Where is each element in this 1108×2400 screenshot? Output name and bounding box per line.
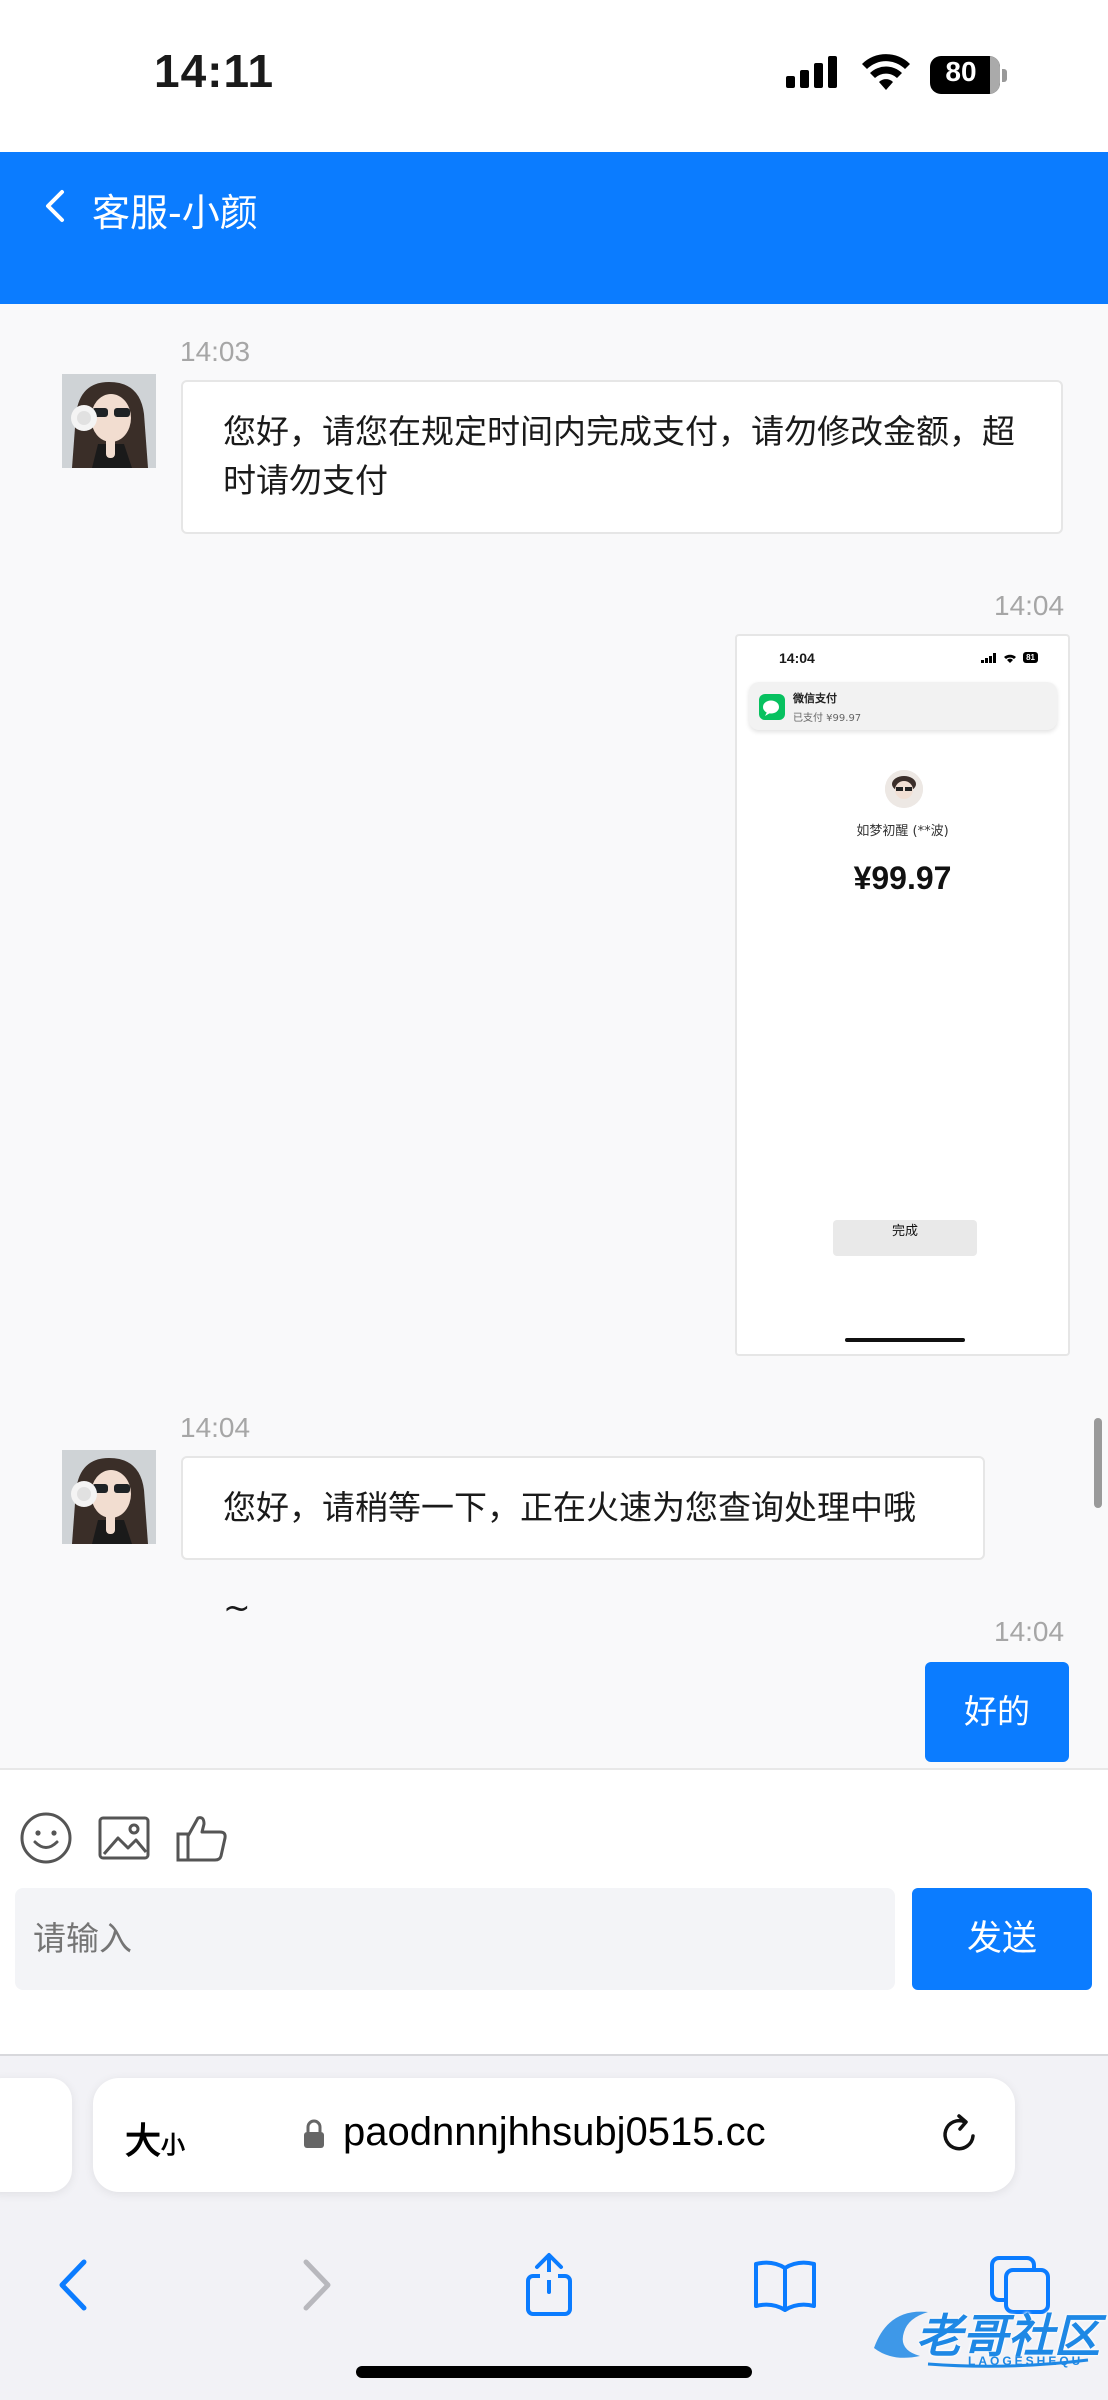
back-nav-icon[interactable]: [42, 2252, 108, 2318]
payee-avatar: [885, 770, 923, 808]
chat-header: 客服-小颜: [0, 152, 1108, 304]
image-icon[interactable]: [96, 1810, 152, 1866]
message-timestamp: 14:03: [180, 336, 251, 367]
wifi-icon: [862, 54, 910, 90]
chat-scrollbar[interactable]: [1094, 1418, 1102, 1508]
text-size-button[interactable]: 大小: [125, 2112, 185, 2164]
message-timestamp: 14:04: [994, 590, 1065, 621]
chat-area[interactable]: 14:03 您好，请您在规定时间内完成支付，请勿修改金额，超时请勿支付 14:0…: [0, 304, 1108, 1768]
status-bar: 14:11 80: [0, 0, 1108, 152]
address-bar[interactable]: 大小 paodnnnjhhsubj0515.cc: [93, 2078, 1015, 2192]
back-arrow-icon[interactable]: [30, 178, 80, 234]
payment-amount: ¥99.97: [853, 860, 952, 896]
message-bubble: 您好，请稍等一下，正在火速为您查询处理中哦~: [181, 1456, 985, 1627]
message-bubble: 您好，请您在规定时间内完成支付，请勿修改金额，超时请勿支付: [181, 380, 1063, 534]
lock-icon: [304, 2119, 324, 2148]
payment-screenshot-image[interactable]: 14:04 81 微信支付 已支付 ¥99.97 如梦初醒 (**波) ¥99.…: [735, 634, 1070, 1356]
screenshot-status-icons: 81: [981, 652, 1038, 663]
watermark-logo: 老哥社区 LAOGESHEQU: [868, 2298, 1100, 2372]
message-timestamp: 14:04: [994, 1616, 1065, 1647]
thumbs-up-icon[interactable]: [174, 1810, 230, 1866]
message-composer: 发送: [0, 1768, 1108, 2054]
wechat-icon: [759, 694, 785, 720]
screenshot-time: 14:04: [779, 650, 815, 666]
share-icon[interactable]: [516, 2252, 582, 2318]
notification-text: 已支付 ¥99.97: [793, 713, 862, 724]
page-title: 客服-小颜: [92, 191, 258, 235]
bookmarks-icon[interactable]: [752, 2252, 818, 2318]
reload-icon[interactable]: [935, 2110, 983, 2158]
agent-avatar[interactable]: [62, 1450, 156, 1544]
agent-avatar[interactable]: [62, 374, 156, 468]
url-text: paodnnnjhhsubj0515.cc: [343, 2110, 766, 2154]
home-indicator: [356, 2366, 752, 2378]
screenshot-home-indicator: [845, 1338, 965, 1342]
text-size-small: 小: [161, 2131, 186, 2159]
battery-level: 80: [945, 56, 977, 87]
status-time: 14:11: [154, 45, 275, 97]
notification-title: 微信支付: [793, 692, 837, 705]
emoji-icon[interactable]: [18, 1810, 74, 1866]
message-bubble-outgoing: 好的: [925, 1662, 1069, 1762]
message-timestamp: 14:04: [180, 1412, 251, 1443]
forward-nav-icon[interactable]: [282, 2252, 348, 2318]
wechat-pay-notification: 微信支付 已支付 ¥99.97: [749, 682, 1057, 730]
payee-name: 如梦初醒 (**波): [856, 824, 949, 839]
screenshot-battery: 81: [1023, 652, 1038, 663]
done-button: 完成: [833, 1220, 977, 1256]
previous-tab[interactable]: [0, 2078, 72, 2192]
battery-icon: 80: [930, 56, 1008, 94]
message-input[interactable]: [15, 1888, 895, 1990]
watermark-subtext: LAOGESHEQU: [968, 2354, 1084, 2368]
send-button[interactable]: 发送: [912, 1888, 1092, 1990]
text-size-large: 大: [125, 2121, 162, 2162]
cellular-signal-icon: [786, 56, 837, 88]
